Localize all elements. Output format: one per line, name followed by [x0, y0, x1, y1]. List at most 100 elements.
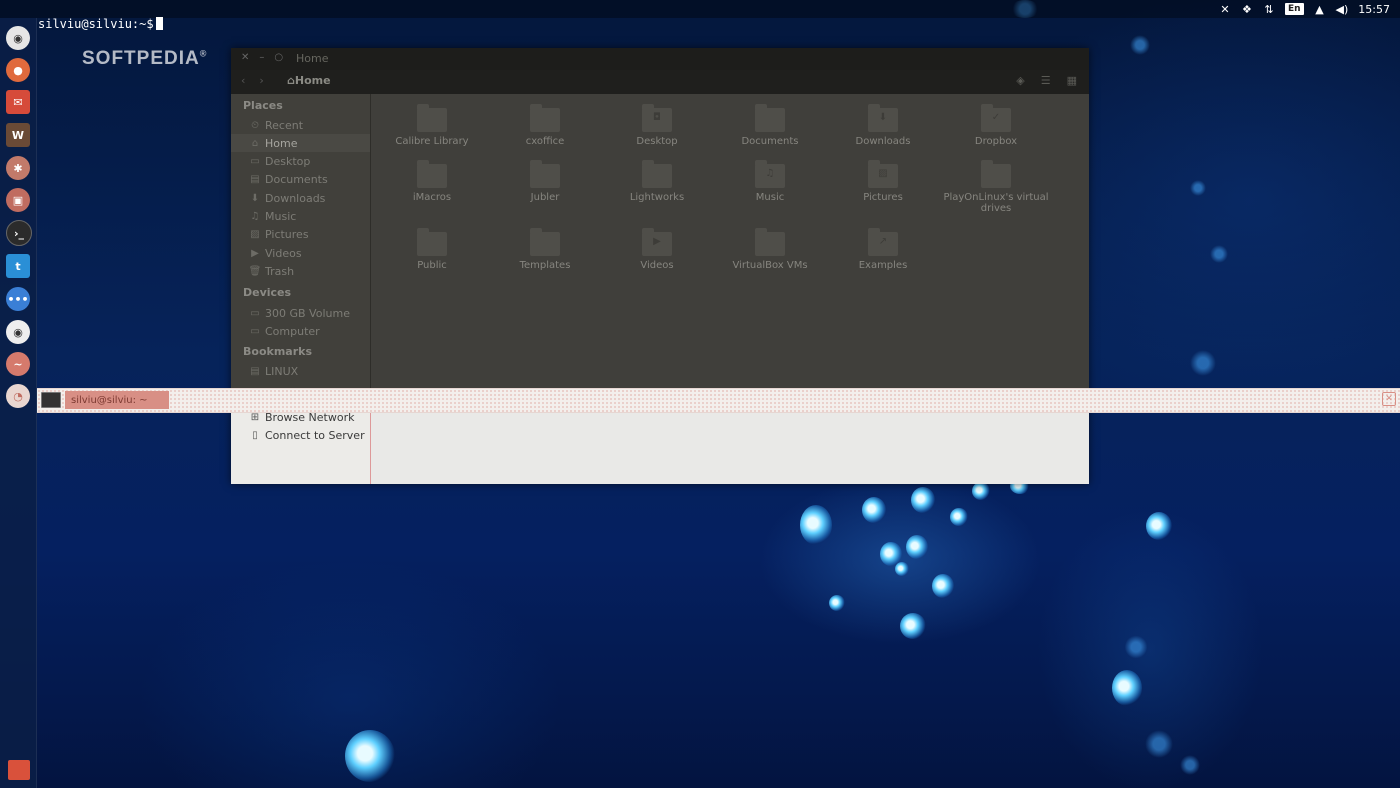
close-icon[interactable]: ✕ [1382, 392, 1396, 406]
terminal-prompt[interactable]: silviu@silviu:~$ [38, 17, 163, 31]
sidebar-item-documents[interactable]: ▤ Documents [231, 171, 370, 189]
email-client-icon[interactable]: ✉ [6, 90, 30, 114]
trash-icon[interactable] [8, 760, 30, 780]
breadcrumb-label: Home [294, 74, 331, 87]
desktop-icon: ▭ [250, 156, 260, 168]
toolbar-tools: ◈ ☰ ▦ [1016, 74, 1077, 87]
clock[interactable]: 15:57 [1358, 3, 1390, 16]
sidebar-item-300-gb-volume[interactable]: ▭ 300 GB Volume [231, 304, 370, 322]
folder-lightworks[interactable]: Lightworks [601, 160, 713, 203]
dropbox-icon[interactable]: ❖ [1241, 1, 1253, 17]
disk-usage-icon[interactable]: ◔ [6, 384, 30, 408]
folder-jubler[interactable]: Jubler [489, 160, 601, 203]
writer-icon[interactable]: W [6, 123, 30, 147]
folder-icon [755, 104, 785, 132]
list-view-icon[interactable]: ☰ [1041, 74, 1051, 87]
wallpaper-bokeh [1180, 755, 1200, 775]
notification-bell-icon[interactable]: ▲ [1314, 1, 1326, 17]
sidebar-item-desktop[interactable]: ▭ Desktop [231, 153, 370, 171]
sidebar-item-home[interactable]: ⌂ Home [231, 134, 370, 153]
system-monitor-icon[interactable]: ▣ [6, 188, 30, 212]
window-title: Home [296, 52, 329, 65]
sidebar-item-label: Downloads [265, 191, 326, 205]
folder-label: iMacros [412, 192, 452, 203]
downloads-icon: ⬇ [250, 192, 260, 204]
forward-icon[interactable]: › [259, 74, 263, 87]
terminal-tab-label: silviu@silviu: ~ [71, 394, 148, 406]
firefox-icon[interactable]: ● [6, 58, 30, 82]
folder-playonlinux-s-virtual-drives[interactable]: PlayOnLinux's virtual drives [940, 160, 1052, 214]
folder-icon [417, 160, 447, 188]
folder-templates[interactable]: Templates [489, 228, 601, 271]
launcher: ◉ ● ✉ W ✱ ▣ ›_ t ••• ◉ ~ ◔ [0, 18, 37, 788]
twitter-icon[interactable]: t [6, 254, 30, 278]
ubuntu-dash-icon[interactable]: ◉ [6, 26, 30, 50]
sidebar-item-computer[interactable]: ▭ Computer [231, 322, 370, 340]
folder-label: Examples [858, 260, 908, 271]
wallpaper-bokeh [1145, 730, 1173, 758]
folder-public[interactable]: Public [376, 228, 488, 271]
devices-heading: Devices [243, 286, 292, 299]
recent-icon: ⏲ [251, 119, 259, 131]
app-indicator-icon[interactable]: ✕ [1219, 1, 1231, 17]
title-bar[interactable]: ✕ – ○ Home [231, 48, 1089, 70]
folder-desktop[interactable]: ◘ Desktop [601, 104, 713, 147]
network-transfer-icon[interactable]: ⇅ [1263, 1, 1275, 17]
chat-icon[interactable]: ••• [6, 287, 30, 311]
places-heading: Places [243, 99, 283, 112]
eye-icon[interactable]: ◉ [6, 320, 30, 344]
sidebar-item-downloads[interactable]: ⬇ Downloads [231, 189, 370, 207]
minimize-icon[interactable]: – [259, 52, 264, 63]
keyboard-layout-indicator[interactable]: En [1284, 3, 1304, 15]
sidebar-item-linux[interactable]: ▤ LINUX [231, 362, 370, 380]
folder-cxoffice[interactable]: cxoffice [489, 104, 601, 147]
folder-imacros[interactable]: iMacros [376, 160, 488, 203]
terminal-tab[interactable]: silviu@silviu: ~ [65, 391, 169, 409]
sidebar-item-connect-to-server[interactable]: ▯ Connect to Server [249, 429, 364, 442]
terminal-icon[interactable]: ›_ [6, 220, 32, 246]
sidebar-item-music[interactable]: ♫ Music [231, 208, 370, 226]
folder-downloads[interactable]: ⬇ Downloads [827, 104, 939, 147]
folder-examples[interactable]: ↗ Examples [827, 228, 939, 271]
close-label: ✕ [1385, 394, 1393, 404]
folder-documents[interactable]: Documents [714, 104, 826, 147]
folder-music[interactable]: ♫ Music [714, 160, 826, 203]
watermark-text: SOFTPEDIA [82, 48, 200, 69]
sidebar-item-recent[interactable]: ⏲ Recent [231, 116, 370, 134]
folder-pictures[interactable]: ▨ Pictures [827, 160, 939, 203]
grid-view-icon[interactable]: ▦ [1067, 74, 1077, 87]
wallpaper-bokeh [1130, 35, 1150, 55]
sidebar-item-label: Pictures [265, 228, 309, 242]
sidebar-item-trash[interactable]: 🗑 Trash [231, 262, 370, 280]
computer-icon: ▭ [250, 325, 260, 337]
sidebar-item-pictures[interactable]: ▨ Pictures [231, 226, 370, 244]
folder-icon [530, 228, 560, 256]
folder-glyph: ▶ [653, 236, 661, 247]
wallpaper-bokeh [1112, 670, 1142, 706]
maximize-icon[interactable]: ○ [274, 52, 283, 63]
folder-dropbox[interactable]: ✓ Dropbox [940, 104, 1052, 147]
wallpaper-bokeh [906, 535, 928, 559]
volume-icon[interactable]: ◀) [1336, 1, 1349, 17]
wallpaper-bokeh [895, 562, 909, 576]
settings-icon[interactable]: ✱ [6, 156, 30, 180]
sidebar-item-label: Videos [265, 246, 302, 260]
folder-calibre-library[interactable]: Calibre Library [376, 104, 488, 147]
sidebar-item-videos[interactable]: ▶ Videos [231, 244, 370, 262]
folder-label: cxoffice [525, 136, 565, 147]
rhythm-icon[interactable]: ~ [6, 352, 30, 376]
terminal-icon[interactable] [41, 392, 61, 408]
folder-icon: ✓ [981, 104, 1011, 132]
documents-icon: ▤ [250, 174, 260, 186]
folder-label: Calibre Library [395, 136, 469, 147]
folder-glyph: ↗ [878, 236, 888, 247]
breadcrumb[interactable]: ⌂Home [287, 74, 331, 87]
close-icon[interactable]: ✕ [241, 52, 249, 63]
back-icon[interactable]: ‹ [241, 74, 245, 87]
wallpaper-bokeh [862, 497, 886, 523]
indicator-area: ✕ ❖ ⇅ En ▲ ◀) 15:57 [1219, 0, 1390, 18]
location-icon[interactable]: ◈ [1016, 74, 1024, 87]
folder-videos[interactable]: ▶ Videos [601, 228, 713, 271]
folder-virtualbox-vms[interactable]: VirtualBox VMs [714, 228, 826, 271]
top-panel [0, 0, 1400, 18]
